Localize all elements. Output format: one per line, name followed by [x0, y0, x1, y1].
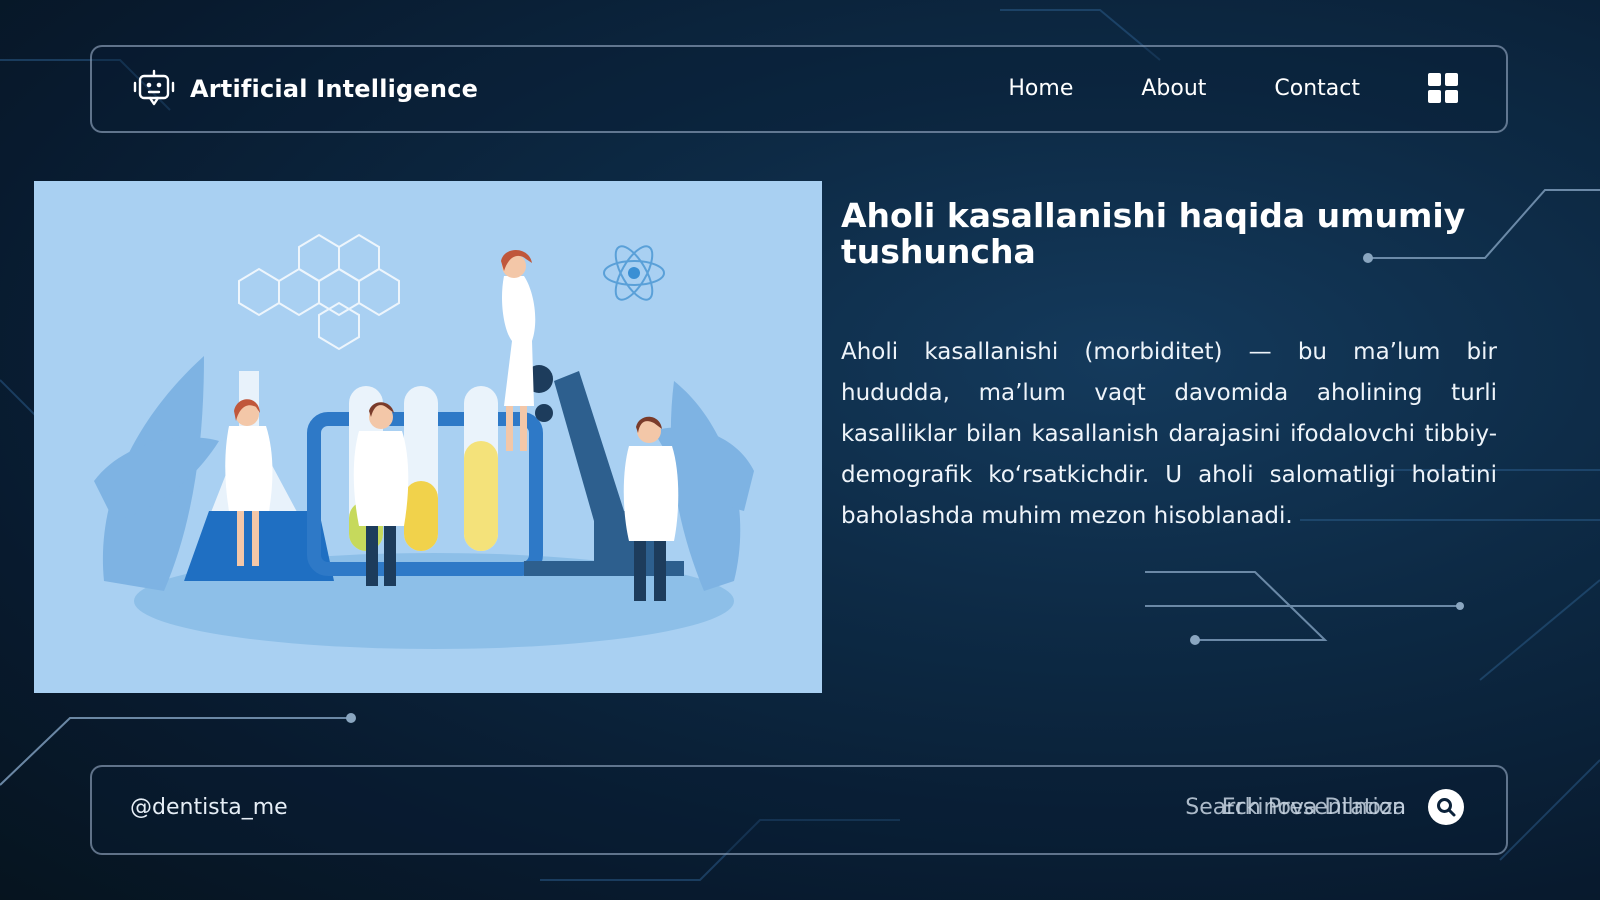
robot-chat-icon: [133, 69, 175, 106]
search-presentation-label[interactable]: Search Presentation: [1185, 795, 1406, 820]
footer-search-area: Erkinova Dilnoza Search Presentation: [1136, 789, 1464, 825]
footer-text-overlay: Erkinova Dilnoza Search Presentation: [1136, 793, 1406, 821]
nav-home-link[interactable]: Home: [1008, 76, 1073, 101]
social-handle[interactable]: @dentista_me: [130, 795, 288, 820]
brand-title: Artificial Intelligence: [190, 75, 479, 103]
nav-about-link[interactable]: About: [1141, 76, 1206, 101]
footer-bar: @dentista_me Erkinova Dilnoza Search Pre…: [90, 765, 1508, 855]
top-navigation-bar: Artificial Intelligence Home About Conta…: [90, 45, 1508, 133]
grid-menu-icon[interactable]: [1428, 73, 1458, 103]
laboratory-illustration: [34, 181, 822, 693]
main-nav: Home About Contact: [1008, 73, 1458, 103]
search-icon[interactable]: [1428, 789, 1464, 825]
page-title: Aholi kasallanishi haqida umumiy tushunc…: [841, 196, 1466, 271]
scientists-illustration: [94, 233, 754, 649]
magnifier-glyph: [1437, 798, 1456, 817]
description-text: Aholi kasallanishi (morbiditet) — bu ma’…: [841, 339, 1497, 529]
nav-contact-link[interactable]: Contact: [1274, 76, 1360, 101]
brand[interactable]: Artificial Intelligence: [132, 67, 478, 111]
